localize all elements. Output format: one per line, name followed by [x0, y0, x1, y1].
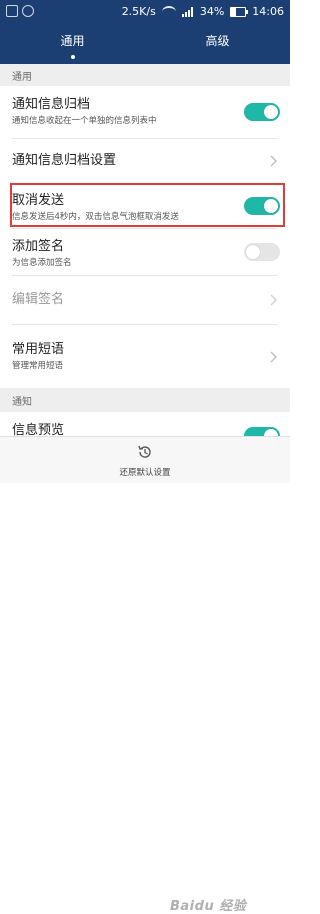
- setting-common-phrases[interactable]: 常用短语 管理常用短语: [0, 325, 290, 388]
- setting-subtitle: 信息发送后4秒内，双击信息气泡框取消发送: [12, 212, 179, 222]
- tab-general[interactable]: 通用: [0, 26, 145, 64]
- watermark: Baidu 经验: [170, 899, 247, 914]
- battery-percent: 34%: [199, 5, 225, 18]
- notification-archive-toggle[interactable]: [244, 103, 280, 121]
- setting-subtitle: 管理常用短语: [12, 361, 64, 371]
- chevron-right-icon: [270, 351, 277, 362]
- restore-defaults-label: 还原默认设置: [119, 468, 171, 478]
- setting-title: 常用短语: [12, 342, 65, 357]
- bottom-action-bar: 还原默认设置 Baidu 经验: [0, 436, 290, 914]
- setting-title: 取消发送: [12, 193, 65, 208]
- setting-subtitle: 通知信息收起在一个单独的信息列表中: [12, 116, 157, 126]
- status-bar: 2.5K/s 34% 14:06: [0, 0, 290, 26]
- status-right: 2.5K/s 34% 14:06: [122, 5, 284, 19]
- section-header-notification: 通知: [0, 388, 290, 412]
- battery-icon: [230, 7, 249, 17]
- status-left-icons: [6, 5, 34, 17]
- setting-notification-archive[interactable]: 通知信息归档 通知信息收起在一个单独的信息列表中: [0, 86, 290, 138]
- chevron-right-icon: [270, 155, 277, 167]
- setting-cancel-send[interactable]: 取消发送 信息发送后4秒内，双击信息气泡框取消发送: [0, 184, 290, 228]
- setting-subtitle: 为信息添加签名: [12, 258, 72, 268]
- toggle-knob: [264, 105, 278, 119]
- sync-notification-icon: [22, 5, 34, 17]
- add-signature-toggle[interactable]: [244, 243, 280, 261]
- clock: 14:06: [252, 5, 284, 18]
- setting-title: 编辑签名: [12, 292, 65, 307]
- section-general-label: 通用: [12, 71, 32, 83]
- signal-icon: [181, 7, 194, 17]
- network-speed: 2.5K/s: [121, 5, 156, 18]
- tab-advanced-label: 高级: [205, 34, 230, 48]
- toggle-knob: [264, 429, 278, 436]
- toggle-knob: [264, 199, 278, 213]
- setting-title: 添加签名: [12, 239, 65, 254]
- section-notification-label: 通知: [12, 396, 32, 408]
- tab-bar: 通用 高级: [0, 26, 290, 64]
- active-tab-indicator: [70, 55, 75, 59]
- section-header-general: 通用: [0, 64, 290, 86]
- setting-title: 信息预览: [12, 423, 65, 436]
- cancel-send-toggle[interactable]: [244, 197, 280, 215]
- toggle-knob: [246, 245, 260, 259]
- setting-title: 通知信息归档设置: [12, 153, 117, 168]
- wifi-icon: [161, 6, 176, 18]
- tab-advanced[interactable]: 高级: [145, 26, 290, 64]
- tab-general-label: 通用: [60, 34, 85, 48]
- setting-add-signature[interactable]: 添加签名 为信息添加签名: [0, 229, 290, 275]
- setting-title: 通知信息归档: [12, 97, 91, 112]
- restore-defaults-button[interactable]: 还原默认设置: [110, 444, 180, 479]
- history-icon: [138, 445, 151, 458]
- image-notification-icon: [6, 5, 18, 17]
- setting-edit-signature: 编辑签名: [0, 276, 290, 324]
- setting-notification-archive-settings[interactable]: 通知信息归档设置: [0, 139, 290, 183]
- setting-message-preview[interactable]: 信息预览: [0, 412, 290, 436]
- chevron-right-icon: [270, 294, 277, 306]
- message-preview-toggle[interactable]: [244, 427, 280, 436]
